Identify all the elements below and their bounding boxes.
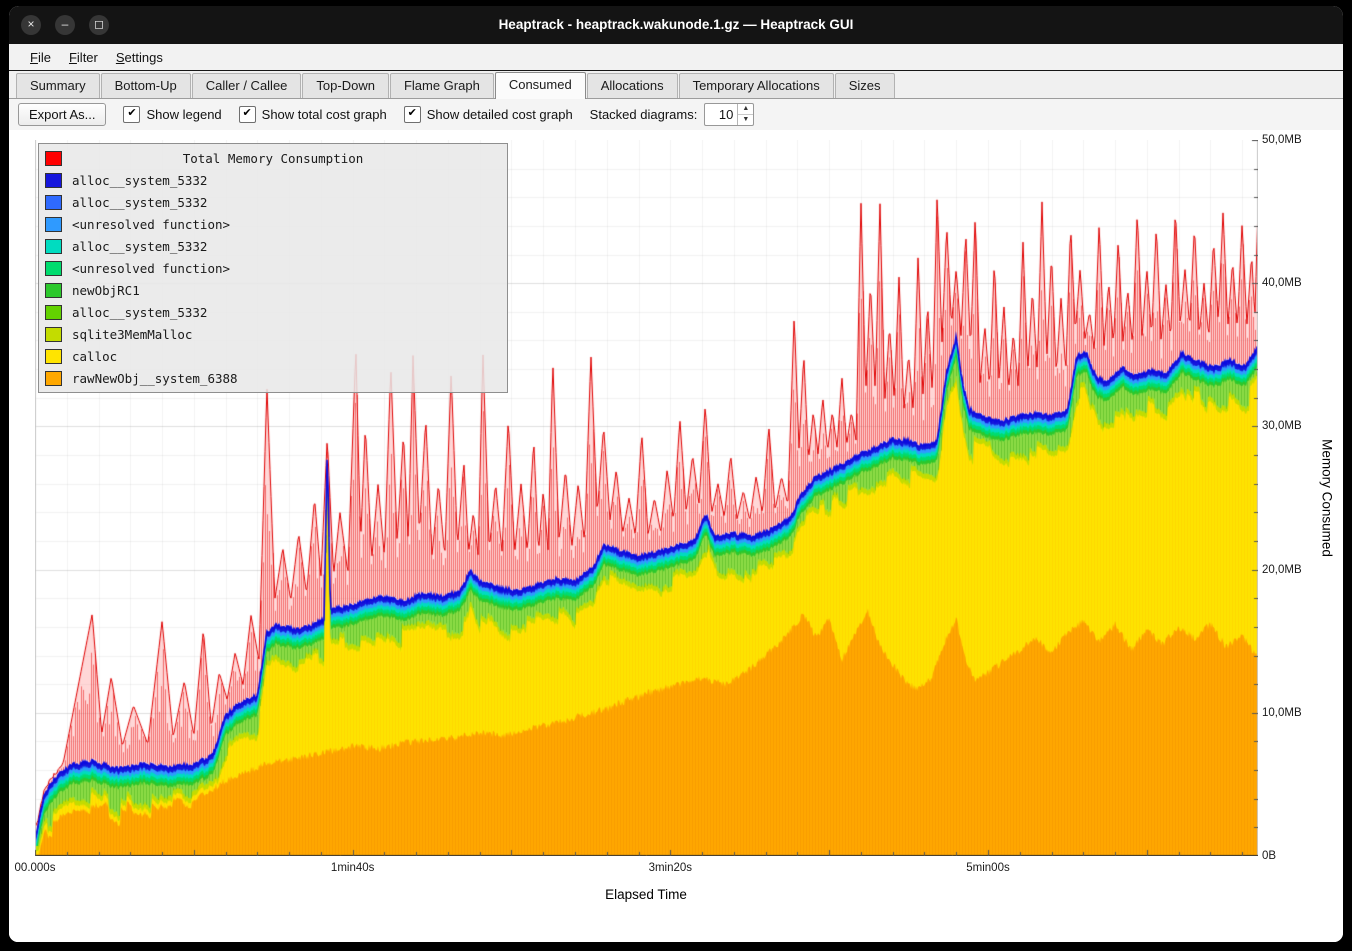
- x-tick-3min20s: 3min20s: [649, 862, 692, 874]
- legend-swatch-icon: [45, 283, 62, 298]
- menu-filter[interactable]: Filter: [60, 47, 107, 68]
- legend-entry-label: calloc: [72, 349, 117, 364]
- tab-sizes[interactable]: Sizes: [835, 73, 895, 98]
- app-window: × – ◻ Heaptrack - heaptrack.wakunode.1.g…: [9, 6, 1343, 942]
- legend-entry-label: newObjRC1: [72, 283, 140, 298]
- legend-entry-label: <unresolved function>: [72, 217, 230, 232]
- titlebar[interactable]: × – ◻ Heaptrack - heaptrack.wakunode.1.g…: [9, 6, 1343, 44]
- legend-entry-1[interactable]: alloc__system_5332: [45, 191, 501, 213]
- legend-entry-0[interactable]: alloc__system_5332: [45, 169, 501, 191]
- legend-title: Total Memory Consumption: [72, 151, 474, 166]
- checkbox-show-total-cost-graph[interactable]: ✔ Show total cost graph: [239, 106, 387, 123]
- legend-swatch-icon: [45, 305, 62, 320]
- x-tick-5min00s: 5min00s: [966, 862, 1009, 874]
- tab-summary[interactable]: Summary: [16, 73, 100, 98]
- legend-swatch-icon: [45, 195, 62, 210]
- stacked-diagrams-spinbox[interactable]: 10 ▲ ▼: [704, 103, 754, 126]
- toolbar: Export As... ✔ Show legend ✔ Show total cos…: [9, 99, 1343, 130]
- y-tick-30-0mb: 30,0MB: [1262, 420, 1302, 432]
- tab-temporary-allocations[interactable]: Temporary Allocations: [679, 73, 834, 98]
- checkbox-check-icon[interactable]: ✔: [404, 106, 421, 123]
- legend-title-swatch: [45, 151, 62, 166]
- tab-bottom-up[interactable]: Bottom-Up: [101, 73, 191, 98]
- legend-swatch-icon: [45, 327, 62, 342]
- menu-settings[interactable]: Settings: [107, 47, 172, 68]
- spin-down-icon[interactable]: ▼: [738, 115, 753, 125]
- x-tick-00-000s: 00.000s: [15, 862, 56, 874]
- checkbox-show-legend[interactable]: ✔ Show legend: [123, 106, 221, 123]
- toolbar-checkboxes: ✔ Show legend ✔ Show total cost graph ✔ Show …: [123, 106, 572, 123]
- y-axis-title: Memory Consumed: [1320, 439, 1335, 557]
- legend-entry-label: alloc__system_5332: [72, 239, 207, 254]
- menu-file[interactable]: File: [21, 47, 60, 68]
- export-as-button[interactable]: Export As...: [18, 103, 106, 126]
- checkbox-check-icon[interactable]: ✔: [239, 106, 256, 123]
- legend-swatch-icon: [45, 349, 62, 364]
- legend-entry-7[interactable]: sqlite3MemMalloc: [45, 323, 501, 345]
- legend-entry-2[interactable]: <unresolved function>: [45, 213, 501, 235]
- y-tick-20-0mb: 20,0MB: [1262, 564, 1302, 576]
- legend-entry-label: sqlite3MemMalloc: [72, 327, 192, 342]
- checkbox-show-detailed-cost-graph[interactable]: ✔ Show detailed cost graph: [404, 106, 573, 123]
- legend-entry-label: <unresolved function>: [72, 261, 230, 276]
- tab-allocations[interactable]: Allocations: [587, 73, 678, 98]
- legend-swatch-icon: [45, 261, 62, 276]
- checkbox-label: Show legend: [146, 107, 221, 122]
- legend-entry-label: rawNewObj__system_6388: [72, 371, 238, 386]
- legend-entry-6[interactable]: alloc__system_5332: [45, 301, 501, 323]
- tab-consumed[interactable]: Consumed: [495, 72, 586, 99]
- close-icon[interactable]: ×: [21, 15, 41, 35]
- stacked-diagrams-control: Stacked diagrams: 10 ▲ ▼: [590, 103, 755, 126]
- y-tick-10-0mb: 10,0MB: [1262, 707, 1302, 719]
- y-tick-0b: 0B: [1262, 850, 1276, 862]
- tab-bar: SummaryBottom-UpCaller / CalleeTop-DownF…: [9, 71, 1343, 99]
- legend-swatch-icon: [45, 371, 62, 386]
- legend-entry-5[interactable]: newObjRC1: [45, 279, 501, 301]
- tab-caller-callee[interactable]: Caller / Callee: [192, 73, 302, 98]
- y-tick-40-0mb: 40,0MB: [1262, 277, 1302, 289]
- legend-swatch-icon: [45, 217, 62, 232]
- y-tick-50-0mb: 50,0MB: [1262, 134, 1302, 146]
- menubar: FileFilterSettings: [9, 44, 1343, 71]
- checkbox-check-icon[interactable]: ✔: [123, 106, 140, 123]
- legend-entry-label: alloc__system_5332: [72, 305, 207, 320]
- spinner-arrows: ▲ ▼: [737, 104, 753, 125]
- legend-title-row: Total Memory Consumption: [45, 147, 501, 169]
- legend-entry-9[interactable]: rawNewObj__system_6388: [45, 367, 501, 389]
- stacked-diagrams-label: Stacked diagrams:: [590, 107, 698, 122]
- tab-flame-graph[interactable]: Flame Graph: [390, 73, 494, 98]
- legend-entry-label: alloc__system_5332: [72, 173, 207, 188]
- checkbox-label: Show total cost graph: [262, 107, 387, 122]
- legend-swatch-icon: [45, 173, 62, 188]
- x-axis-title: Elapsed Time: [605, 887, 687, 902]
- x-tick-1min40s: 1min40s: [331, 862, 374, 874]
- chart-legend[interactable]: Total Memory Consumption alloc__system_5…: [38, 143, 508, 393]
- window-title: Heaptrack - heaptrack.wakunode.1.gz — He…: [9, 6, 1343, 44]
- spin-up-icon[interactable]: ▲: [738, 104, 753, 115]
- tab-top-down[interactable]: Top-Down: [302, 73, 389, 98]
- maximize-icon[interactable]: ◻: [89, 15, 109, 35]
- checkbox-label: Show detailed cost graph: [427, 107, 573, 122]
- legend-entry-3[interactable]: alloc__system_5332: [45, 235, 501, 257]
- legend-entry-label: alloc__system_5332: [72, 195, 207, 210]
- stacked-diagrams-value[interactable]: 10: [705, 104, 737, 125]
- chart-area: Total Memory Consumption alloc__system_5…: [9, 130, 1343, 942]
- legend-entry-4[interactable]: <unresolved function>: [45, 257, 501, 279]
- legend-entry-8[interactable]: calloc: [45, 345, 501, 367]
- minimize-icon[interactable]: –: [55, 15, 75, 35]
- legend-swatch-icon: [45, 239, 62, 254]
